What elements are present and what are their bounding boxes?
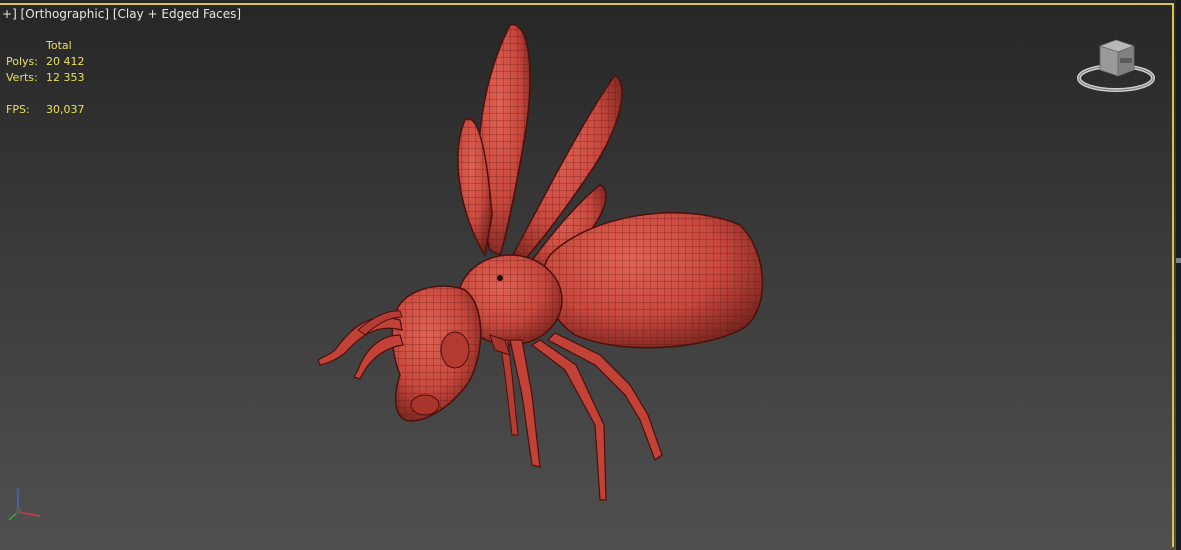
polys-value: 20 412 <box>46 55 85 68</box>
viewport-label-separator: ] [ <box>12 7 26 21</box>
viewport-point-of-view-menu[interactable]: Orthographic <box>25 7 104 21</box>
antennae <box>317 310 404 380</box>
perspective-viewport[interactable]: +] [Orthographic] [Clay + Edged Faces] T… <box>0 0 1181 550</box>
legs <box>489 332 663 501</box>
viewport-resize-handle[interactable] <box>1176 258 1181 263</box>
viewport-label-menu[interactable]: +] [Orthographic] [Clay + Edged Faces] <box>2 7 241 21</box>
head <box>391 285 482 422</box>
viewport-label-separator: ] [ <box>104 7 118 21</box>
verts-label: Verts: <box>6 71 38 84</box>
verts-value: 12 353 <box>46 71 85 84</box>
viewport-shading-menu[interactable]: Clay + Edged Faces <box>118 7 237 21</box>
axis-tripod-icon: z <box>8 486 41 521</box>
stats-header: Total <box>46 39 72 52</box>
polys-label: Polys: <box>6 55 38 68</box>
viewport-right-border <box>1176 0 1181 550</box>
svg-text:z: z <box>16 486 20 494</box>
fps-value: 30,037 <box>46 103 85 116</box>
fps-label: FPS: <box>6 103 30 116</box>
viewport-label-close: ] <box>236 7 242 21</box>
viewport-general-menu[interactable]: + <box>2 7 12 21</box>
insect-3d-model[interactable] <box>300 15 780 515</box>
viewcube-icon[interactable] <box>1076 36 1156 96</box>
